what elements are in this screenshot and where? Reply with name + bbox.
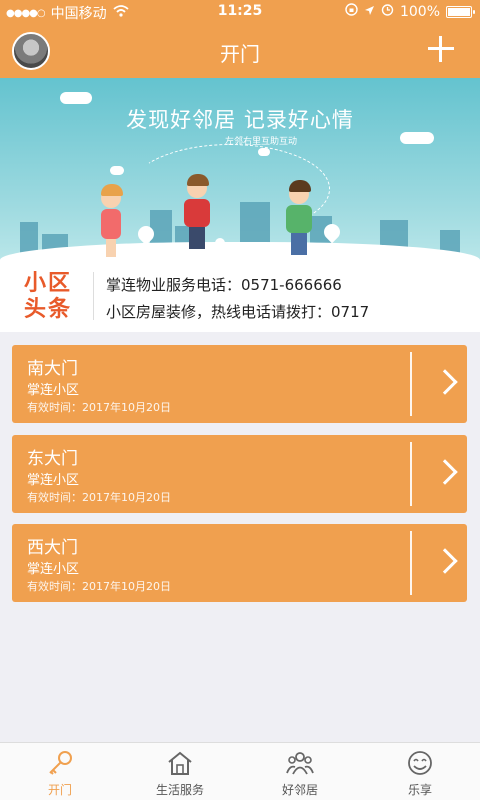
page-title: 开门 — [220, 42, 260, 66]
chevron-right-icon[interactable] — [432, 369, 458, 395]
person-hair — [187, 174, 209, 186]
person-hair — [289, 180, 311, 192]
people-icon — [286, 752, 314, 775]
illustration-woman — [96, 184, 126, 257]
person-head — [289, 180, 311, 204]
news-badge: 小区 头条 — [24, 270, 82, 322]
person-head — [187, 174, 209, 198]
cloud-decoration — [60, 92, 92, 104]
news-divider — [93, 272, 94, 320]
cloud-decoration — [110, 166, 124, 175]
top-bar: ●●●●○ 中国移动 11:25 100% 开门 — [0, 0, 480, 78]
door-valid-time: 有效时间：2017年10月20日 — [27, 491, 171, 504]
location-icon — [364, 4, 375, 20]
house-icon — [168, 751, 192, 775]
smile-icon — [408, 751, 432, 775]
alarm-icon — [381, 3, 394, 20]
battery-fill — [448, 7, 470, 16]
tab-enjoy[interactable]: 乐享 — [360, 743, 480, 800]
tab-label: 开门 — [47, 783, 72, 797]
person-legs — [106, 239, 116, 257]
person-body — [184, 199, 210, 227]
status-bar: ●●●●○ 中国移动 11:25 100% — [0, 0, 480, 24]
door-card-west[interactable]: 西大门 掌连小区 有效时间：2017年10月20日 — [12, 524, 467, 602]
news-item[interactable]: 掌连物业服务电话：0571-666666 — [106, 274, 342, 295]
person-legs — [189, 227, 205, 249]
nav-bar: 开门 — [0, 24, 480, 78]
banner-subline: 左邻右里互助互动 — [225, 137, 298, 147]
card-separator — [410, 442, 412, 506]
city-skyline — [0, 200, 480, 260]
door-name: 西大门 — [27, 538, 78, 558]
chevron-right-icon[interactable] — [432, 459, 458, 485]
door-community: 掌连小区 — [27, 562, 80, 577]
chevron-right-icon[interactable] — [432, 548, 458, 574]
tab-open-door[interactable]: 开门 — [0, 743, 120, 800]
person-legs — [291, 233, 307, 255]
news-badge-line2: 头条 — [24, 296, 73, 322]
battery-icon — [446, 5, 475, 18]
tab-label: 乐享 — [407, 783, 432, 797]
news-badge-line1: 小区 — [24, 270, 73, 296]
door-name: 东大门 — [27, 449, 78, 469]
door-community: 掌连小区 — [27, 473, 80, 488]
battery-percent: 100% — [399, 3, 440, 20]
tab-neighbors[interactable]: 好邻居 — [240, 743, 360, 800]
person-head — [101, 184, 123, 208]
news-item[interactable]: 小区房屋装修，热线电话请拨打：0717 — [106, 301, 369, 322]
status-right: 100% — [345, 3, 475, 20]
tab-label: 生活服务 — [155, 783, 204, 797]
tab-life-services[interactable]: 生活服务 — [120, 743, 240, 800]
door-name: 南大门 — [27, 359, 78, 379]
person-body — [101, 209, 121, 239]
door-valid-time: 有效时间：2017年10月20日 — [27, 401, 171, 414]
illustration-man-green — [284, 180, 314, 255]
community-news[interactable]: 小区 头条 掌连物业服务电话：0571-666666 小区房屋装修，热线电话请拨… — [0, 260, 480, 332]
banner-headline: 发现好邻居 记录好心情 — [126, 108, 354, 132]
door-card-east[interactable]: 东大门 掌连小区 有效时间：2017年10月20日 — [12, 435, 467, 513]
person-hair — [101, 184, 123, 196]
promo-banner[interactable]: 发现好邻居 记录好心情 左邻右里互助互动 — [0, 78, 480, 260]
tab-label: 好邻居 — [281, 783, 318, 797]
illustration-man-red — [180, 174, 214, 249]
door-card-south[interactable]: 南大门 掌连小区 有效时间：2017年10月20日 — [12, 345, 467, 423]
door-valid-time: 有效时间：2017年10月20日 — [27, 580, 171, 593]
rotation-lock-icon — [345, 3, 358, 20]
tab-bar: 开门 生活服务 好邻居 乐享 — [0, 742, 480, 800]
card-separator — [410, 531, 412, 595]
key-icon — [49, 751, 72, 775]
person-body — [286, 205, 312, 233]
card-separator — [410, 352, 412, 416]
add-button[interactable] — [426, 34, 456, 64]
ground-clouds — [0, 242, 480, 260]
door-community: 掌连小区 — [27, 383, 80, 398]
